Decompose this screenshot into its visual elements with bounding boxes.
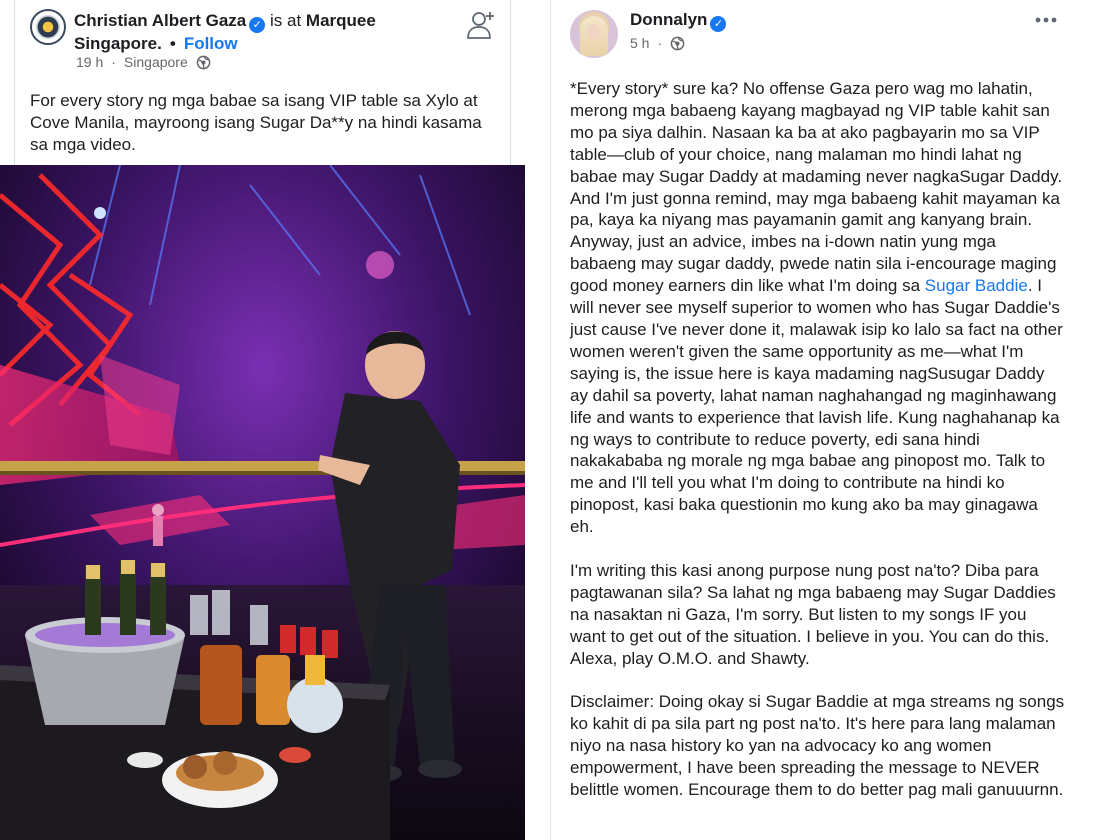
- post-location: Singapore: [123, 54, 188, 70]
- add-friend-icon[interactable]: [466, 8, 498, 40]
- right-post: Donnalyn ✓ 5 h · *Every story* sure ka? N…: [550, 0, 1120, 840]
- follow-button[interactable]: Follow: [184, 34, 238, 53]
- left-post-header: Christian Albert Gaza ✓ is at Marquee Sin…: [74, 10, 464, 54]
- paragraph-1-part-2: . I will never see myself superior to wo…: [570, 276, 1063, 537]
- left-post: Christian Albert Gaza ✓ is at Marquee Sin…: [0, 0, 530, 840]
- post-paragraph-3: Disclaimer: Doing okay si Sugar Baddie a…: [570, 692, 1065, 799]
- meta-dot: ·: [657, 35, 663, 51]
- author-name[interactable]: Donnalyn: [630, 10, 707, 29]
- right-post-text: *Every story* sure ka? No offense Gaza p…: [570, 78, 1066, 823]
- globe-icon: [670, 36, 685, 50]
- checkin-text: is at: [269, 11, 302, 30]
- post-paragraph-2: I'm writing this kasi anong purpose nung…: [570, 560, 1056, 668]
- photo-illustration: [0, 165, 525, 840]
- author-avatar[interactable]: [30, 9, 66, 45]
- left-post-text: For every story ng mga babae sa isang VI…: [30, 91, 482, 154]
- header-dot: •: [169, 34, 176, 53]
- author-name[interactable]: Christian Albert Gaza: [74, 11, 246, 30]
- more-options-icon[interactable]: [1034, 10, 1058, 30]
- post-paragraph-1: *Every story* sure ka? No offense Gaza p…: [570, 78, 1066, 538]
- post-time[interactable]: 5 h: [630, 35, 649, 51]
- author-avatar[interactable]: [570, 10, 618, 58]
- nightclub-photo[interactable]: [0, 165, 525, 840]
- sugar-baddie-link[interactable]: Sugar Baddie: [925, 276, 1028, 295]
- left-post-meta: 19 h · Singapore: [76, 54, 211, 70]
- globe-icon: [196, 55, 211, 69]
- post-time[interactable]: 19 h: [76, 54, 103, 70]
- paragraph-1-part-1: *Every story* sure ka? No offense Gaza p…: [570, 79, 1063, 296]
- verified-badge-icon: ✓: [710, 16, 727, 32]
- right-post-meta: 5 h ·: [630, 35, 685, 51]
- verified-badge-icon: ✓: [249, 17, 266, 33]
- right-post-header: Donnalyn ✓: [630, 10, 727, 32]
- meta-dot: ·: [111, 54, 116, 70]
- place-name-line1[interactable]: Marquee: [306, 11, 376, 30]
- place-name-line2[interactable]: Singapore.: [74, 34, 162, 53]
